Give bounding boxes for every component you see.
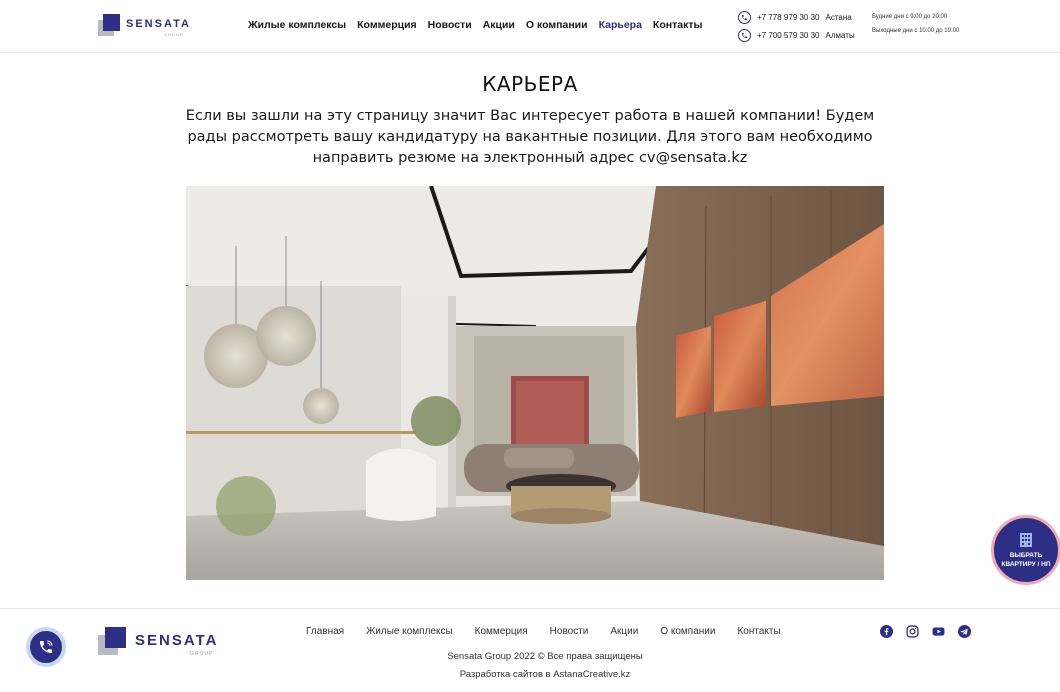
footer-nav-home[interactable]: Главная	[306, 626, 344, 637]
logo-wordmark: SENSATA	[126, 18, 191, 30]
callback-button[interactable]	[26, 627, 66, 667]
logo[interactable]: SENSATA GROUP	[98, 14, 191, 37]
footer-nav-about[interactable]: О компании	[660, 626, 715, 637]
cta-label-line1: ВЫБРАТЬ	[1009, 552, 1043, 559]
phone-icon	[738, 10, 751, 24]
phone-row[interactable]: +7 700 579 30 30 Алматы	[738, 27, 855, 43]
nav-item-about[interactable]: О компании	[526, 19, 588, 31]
footer-nav-contacts[interactable]: Контакты	[737, 626, 780, 637]
phone-call-icon	[40, 640, 53, 653]
hours-weekends: Выходные дни с 10:00 до 19:00	[872, 28, 960, 34]
nav-item-contacts[interactable]: Контакты	[653, 19, 703, 31]
logo-wordmark: SENSATA	[135, 631, 219, 649]
hero-image	[186, 186, 884, 580]
phone-number[interactable]: +7 700 579 30 30	[757, 31, 820, 40]
footer-nav-news[interactable]: Новости	[550, 626, 589, 637]
intro-text: Если вы зашли на эту страницу значит Вас…	[185, 108, 875, 166]
social-links	[880, 625, 971, 638]
phone-city: Астана	[825, 12, 852, 22]
nav-item-residential[interactable]: Жилые комплексы	[248, 19, 346, 31]
site-header: SENSATA GROUP Жилые комплексы Коммерция …	[0, 0, 1060, 53]
footer-nav: Главная Жилые комплексы Коммерция Новост…	[306, 626, 781, 637]
copyright: Sensata Group 2022 © Все права защищены	[447, 651, 643, 662]
phone-number[interactable]: +7 778 979 30 30	[757, 13, 820, 22]
developer-credit[interactable]: Разработка сайтов в AstanaCreative.kz	[0, 669, 1060, 680]
cta-label-line2: КВАРТИРУ / НП	[1001, 561, 1051, 568]
hours-weekdays: Будние дни с 9:00 до 20:00	[872, 14, 948, 20]
youtube-icon[interactable]	[932, 625, 945, 638]
nav-item-career[interactable]: Карьера	[599, 19, 642, 31]
site-footer: SENSATA GROUP Главная Жилые комплексы Ко…	[0, 608, 1060, 692]
building-icon	[1020, 533, 1032, 547]
telegram-icon[interactable]	[958, 625, 971, 638]
nav-item-news[interactable]: Новости	[428, 19, 472, 31]
phone-row[interactable]: +7 778 979 30 30 Астана	[738, 9, 855, 25]
nav-item-promotions[interactable]: Акции	[483, 19, 515, 31]
choose-apartment-button[interactable]: ВЫБРАТЬ КВАРТИРУ / НП	[991, 515, 1060, 585]
footer-nav-residential[interactable]: Жилые комплексы	[366, 626, 453, 637]
main-nav: Жилые комплексы Коммерция Новости Акции …	[248, 19, 702, 31]
lobby-interior-illustration	[186, 186, 884, 580]
choose-apartment-label: ВЫБРАТЬ КВАРТИРУ / НП	[1001, 551, 1050, 569]
phone-icon	[738, 28, 751, 42]
page-title: КАРЬЕРА	[482, 72, 578, 96]
nav-item-commerce[interactable]: Коммерция	[357, 19, 417, 31]
phone-city: Алматы	[825, 30, 855, 40]
phone-list: +7 778 979 30 30 Астана +7 700 579 30 30…	[738, 9, 855, 45]
footer-nav-commerce[interactable]: Коммерция	[475, 626, 528, 637]
footer-nav-promotions[interactable]: Акции	[610, 626, 638, 637]
logo-subtitle: GROUP	[164, 32, 184, 37]
working-hours: Будние дни с 9:00 до 20:00 Выходные дни …	[872, 14, 959, 42]
instagram-icon[interactable]	[906, 625, 919, 638]
logo-mark	[98, 14, 120, 36]
facebook-icon[interactable]	[880, 625, 893, 638]
